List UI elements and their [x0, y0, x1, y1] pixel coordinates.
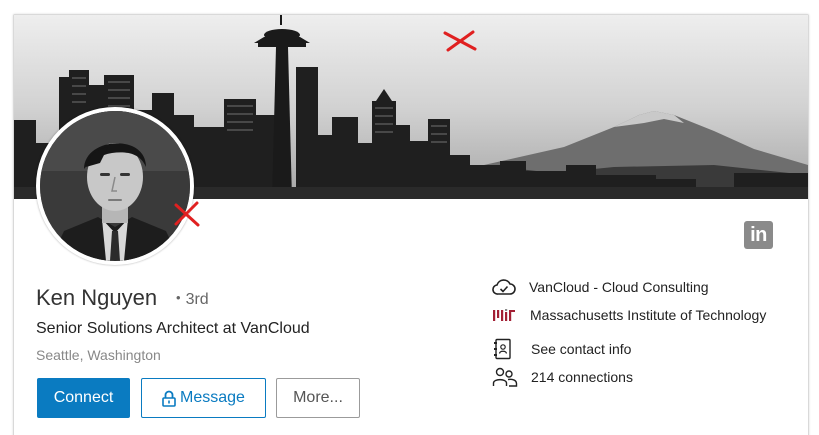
current-company-label: VanCloud - Cloud Consulting — [529, 279, 709, 295]
red-x-annotation-photo — [174, 201, 200, 227]
profile-name: Ken Nguyen — [36, 285, 158, 310]
connect-button[interactable]: Connect — [37, 378, 130, 418]
red-x-annotation-banner — [443, 30, 477, 52]
degree-separator-dot: • — [176, 290, 181, 305]
contact-card-icon — [492, 337, 518, 361]
profile-headline: Senior Solutions Architect at VanCloud — [36, 320, 310, 337]
mit-logo-icon — [492, 303, 518, 327]
connections-count: 214 connections — [531, 369, 633, 385]
current-company-row[interactable]: VanCloud - Cloud Consulting — [492, 275, 709, 299]
more-button[interactable]: More... — [276, 378, 360, 418]
contact-info-row[interactable]: See contact info — [492, 337, 631, 361]
education-row[interactable]: Massachusetts Institute of Technology — [492, 303, 766, 327]
message-button[interactable]: Message — [141, 378, 266, 418]
degree-label: 3rd — [185, 291, 209, 308]
profile-location: Seattle, Washington — [36, 347, 161, 363]
more-button-label: More... — [293, 389, 343, 406]
people-icon — [492, 365, 518, 389]
connections-row[interactable]: 214 connections — [492, 365, 633, 389]
education-label: Massachusetts Institute of Technology — [530, 307, 767, 323]
connect-button-label: Connect — [53, 389, 114, 406]
connection-degree: • 3rd — [176, 290, 209, 309]
lock-icon — [162, 390, 176, 407]
linkedin-icon[interactable]: in — [744, 221, 773, 249]
message-button-label: Message — [180, 389, 245, 406]
cloud-check-icon — [492, 275, 518, 299]
profile-photo[interactable] — [36, 107, 194, 265]
contact-info-link[interactable]: See contact info — [531, 341, 631, 357]
